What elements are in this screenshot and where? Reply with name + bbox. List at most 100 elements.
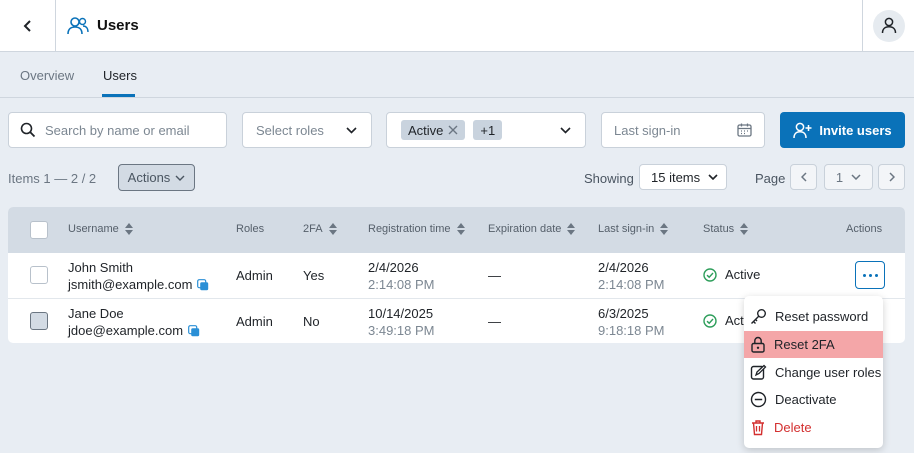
- prev-page-button[interactable]: [790, 164, 817, 190]
- status-chip-label: Active: [408, 122, 444, 138]
- column-header-expiration-date[interactable]: Expiration date: [488, 223, 576, 235]
- menu-item-deactivate[interactable]: Deactivate: [744, 386, 883, 413]
- bulk-actions-button[interactable]: Actions: [118, 164, 195, 191]
- menu-item-label: Reset 2FA: [774, 337, 835, 352]
- registration-date: 2/4/2026: [368, 260, 419, 275]
- menu-item-reset-2fa[interactable]: Reset 2FA: [744, 331, 883, 358]
- sort-icon: [456, 223, 465, 235]
- chevron-down-icon: [175, 175, 185, 181]
- menu-item-delete[interactable]: Delete: [744, 414, 883, 441]
- column-header-registration-time[interactable]: Registration time: [368, 223, 465, 235]
- menu-item-label: Delete: [774, 420, 812, 435]
- chevron-left-icon: [800, 172, 807, 182]
- column-label: Actions: [846, 223, 883, 235]
- back-button[interactable]: [0, 0, 56, 51]
- close-icon[interactable]: [448, 125, 458, 135]
- add-user-icon: [793, 122, 812, 138]
- menu-item-change-user-roles[interactable]: Change user roles: [744, 359, 883, 386]
- registration-time: 2:14:08 PM: [368, 277, 435, 292]
- search-icon: [20, 122, 36, 138]
- status-label: Act: [725, 313, 744, 328]
- row-more-actions-button[interactable]: [855, 261, 885, 289]
- page-title: Users: [97, 17, 139, 34]
- row-checkbox[interactable]: [30, 266, 48, 284]
- column-label: Status: [703, 223, 735, 235]
- user-icon: [881, 17, 896, 34]
- page-number-value: 1: [835, 169, 844, 185]
- search-field[interactable]: [8, 112, 227, 148]
- tabs-divider: [0, 97, 914, 98]
- expiration-date: —: [488, 268, 501, 283]
- last-signin-time: 2:14:08 PM: [598, 277, 665, 292]
- column-header-status[interactable]: Status: [703, 223, 749, 235]
- bulk-actions-label: Actions: [127, 170, 171, 185]
- last-signin-date: 6/3/2025: [598, 306, 649, 321]
- column-header-actions: Actions: [846, 223, 882, 235]
- column-label: Registration time: [368, 223, 451, 235]
- status-select[interactable]: Active +1: [386, 112, 586, 148]
- tab-users[interactable]: Users: [103, 68, 137, 83]
- user-email-cell: jsmith@example.com: [68, 277, 209, 292]
- page-label: Page: [755, 171, 786, 186]
- key-icon: [751, 309, 766, 324]
- user-role: Admin: [236, 314, 273, 329]
- chevron-down-icon: [708, 174, 718, 180]
- trash-icon: [752, 420, 764, 436]
- user-email: jsmith@example.com: [68, 277, 193, 292]
- status-chip-active: Active: [401, 120, 466, 140]
- row-checkbox[interactable]: [30, 312, 48, 330]
- check-circle-icon: [703, 313, 717, 328]
- column-header-roles: Roles: [236, 223, 264, 235]
- column-header-username[interactable]: Username: [68, 223, 133, 235]
- copy-icon[interactable]: [197, 279, 209, 291]
- user-account-button[interactable]: [862, 0, 914, 51]
- registration-date: 10/14/2025: [368, 306, 434, 321]
- last-signin-date-field[interactable]: Last sign-in: [601, 112, 765, 148]
- user-name: Jane Doe: [68, 306, 124, 321]
- select-all-checkbox[interactable]: [30, 221, 48, 239]
- invite-users-button[interactable]: Invite users: [780, 112, 905, 148]
- next-page-button[interactable]: [878, 164, 905, 190]
- copy-icon[interactable]: [188, 325, 200, 337]
- user-2fa: Yes: [303, 268, 325, 283]
- chevron-right-icon: [888, 172, 895, 182]
- last-signin-placeholder: Last sign-in: [614, 122, 681, 138]
- showing-label: Showing: [584, 171, 634, 186]
- page-size-select[interactable]: 15 items: [639, 164, 727, 190]
- column-header-last-signin[interactable]: Last sign-in: [598, 223, 669, 235]
- column-label: Roles: [236, 223, 265, 235]
- status-label: Active: [725, 267, 761, 282]
- calendar-icon[interactable]: [737, 123, 752, 137]
- chevron-down-icon: [346, 126, 357, 134]
- status-badge: Act: [703, 313, 744, 328]
- sort-icon: [567, 223, 576, 235]
- chevron-down-icon: [560, 126, 571, 134]
- items-count: Items 1 — 2 / 2: [8, 171, 97, 186]
- menu-item-label: Reset password: [775, 309, 869, 324]
- last-signin-date: 2/4/2026: [598, 260, 649, 275]
- column-label: Expiration date: [488, 223, 562, 235]
- column-label: Username: [68, 223, 119, 235]
- user-email-cell: jdoe@example.com: [68, 323, 200, 338]
- sort-icon: [328, 223, 337, 235]
- minus-circle-icon: [750, 391, 767, 408]
- users-icon: [67, 16, 89, 34]
- invite-users-label: Invite users: [819, 122, 892, 138]
- status-badge: Active: [703, 267, 760, 282]
- page-number-select[interactable]: 1: [824, 164, 873, 190]
- roles-select[interactable]: Select roles: [242, 112, 372, 148]
- sort-icon: [124, 223, 133, 235]
- column-header-2fa[interactable]: 2FA: [303, 223, 337, 235]
- tab-overview[interactable]: Overview: [20, 68, 74, 83]
- roles-select-placeholder: Select roles: [256, 122, 324, 138]
- lock-icon: [751, 336, 765, 353]
- column-label: 2FA: [303, 223, 323, 235]
- chevron-left-icon: [23, 19, 31, 32]
- menu-item-reset-password[interactable]: Reset password: [744, 303, 883, 330]
- search-input[interactable]: [45, 122, 226, 138]
- registration-time: 3:49:18 PM: [368, 323, 435, 338]
- user-2fa: No: [303, 314, 320, 329]
- check-circle-icon: [703, 267, 717, 282]
- menu-item-label: Deactivate: [775, 392, 837, 407]
- menu-item-label: Change user roles: [775, 365, 882, 380]
